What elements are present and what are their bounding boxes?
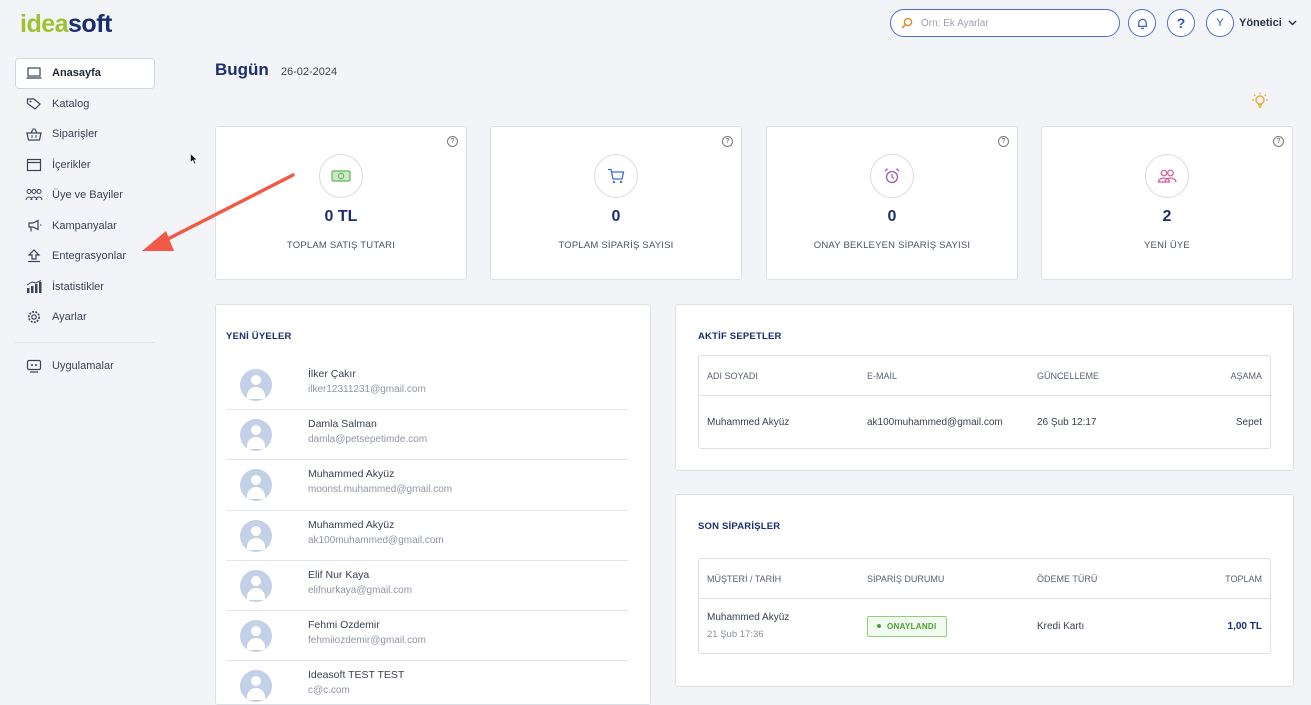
list-item[interactable]: Elif Nur Kaya elifnurkaya@gmail.com: [226, 561, 628, 611]
member-list: İlker Çakır ilker12311231@gmail.com Damla…: [226, 360, 628, 704]
order-payment: Kredi Kartı: [1037, 620, 1085, 632]
stat-card-total-orders: ? 0 TOPLAM SİPARİŞ SAYISI: [490, 126, 742, 280]
search-icon: [901, 17, 913, 29]
new-members-panel: YENİ ÜYELER İlker Çakır ilker12311231@gma…: [215, 304, 651, 705]
search-box[interactable]: [890, 9, 1120, 37]
search-input[interactable]: [921, 17, 1101, 29]
status-badge: ONAYLANDI: [867, 615, 947, 637]
avatar: [240, 369, 272, 401]
notifications-button[interactable]: [1128, 9, 1156, 37]
user-name: Yönetici: [1239, 17, 1282, 29]
avatar: [240, 619, 272, 652]
member-name: Fehmi Ozdemir: [308, 618, 380, 631]
member-name: Elif Nur Kaya: [308, 568, 370, 581]
member-email: damla@petsepetimde.com: [308, 434, 428, 446]
help-icon[interactable]: ?: [722, 136, 733, 147]
member-email: c@c.com: [308, 685, 350, 697]
laptop-icon: [25, 66, 43, 80]
mouse-cursor-icon: [190, 153, 198, 165]
avatar: [240, 519, 272, 552]
sidebar-item-istatistikler[interactable]: İstatistikler: [15, 272, 155, 303]
users-icon: [1145, 154, 1189, 198]
sidebar-item-uygulamalar[interactable]: Uygulamalar: [15, 351, 155, 382]
list-item[interactable]: Muhammed Akyüz ak100muhammed@gmail.com: [226, 511, 628, 561]
annotation-arrow-icon: [142, 173, 295, 251]
stat-card-pending-orders: ? 0 ONAY BEKLEYEN SİPARİŞ SAYISI: [766, 126, 1018, 280]
table-header: ADI SOYADI E-MAİL GÜNCELLEME AŞAMA: [699, 356, 1270, 396]
sidebar-divider: [15, 341, 155, 343]
tag-icon: [25, 97, 43, 111]
stat-card-new-members: ? 2 YENİ ÜYE: [1041, 126, 1293, 280]
sidebar-item-anasayfa[interactable]: Anasayfa: [15, 58, 155, 89]
page-header: Bugün 26-02-2024: [215, 60, 337, 80]
order-total: 1,00 TL: [1227, 620, 1262, 632]
users-icon: [25, 188, 43, 202]
ideasoft-logo[interactable]: ideasoft: [20, 10, 112, 39]
avatar: [240, 419, 272, 452]
member-email: fehmiiozdemir@gmail.com: [308, 634, 426, 646]
help-icon[interactable]: ?: [1273, 136, 1284, 147]
list-item[interactable]: Fehmi Ozdemir fehmiiozdemir@gmail.com: [226, 611, 628, 662]
panel-title: SON SİPARİŞLER: [698, 521, 781, 532]
active-carts-panel: AKTİF SEPETLER ADI SOYADI E-MAİL GÜNCELL…: [675, 304, 1294, 471]
apps-icon: [25, 359, 43, 373]
sidebar-item-siparisler[interactable]: Siparişler: [15, 119, 155, 150]
member-name: Damla Salman: [308, 418, 377, 431]
table-header: MÜŞTERİ / TARİH SİPARİŞ DURUMU ÖDEME TÜR…: [699, 559, 1270, 599]
stat-label: TOPLAM SİPARİŞ SAYISI: [558, 240, 674, 251]
list-item[interactable]: Ideasoft TEST TEST c@c.com: [226, 661, 628, 704]
upload-icon: [25, 249, 43, 263]
stat-value: 0: [611, 208, 621, 225]
member-name: Muhammed Akyüz: [308, 518, 395, 531]
lightbulb-icon[interactable]: [1250, 92, 1270, 115]
help-icon[interactable]: ?: [998, 136, 1009, 147]
member-email: elifnurkaya@gmail.com: [308, 584, 413, 596]
page-date: 26-02-2024: [280, 66, 338, 78]
money-icon: [319, 154, 363, 198]
avatar: [240, 569, 272, 602]
stat-label: YENİ ÜYE: [1144, 240, 1190, 251]
user-menu[interactable]: Yönetici: [1239, 17, 1297, 29]
list-item[interactable]: Muhammed Akyüz moonst.muhammed@gmail.com: [226, 460, 628, 511]
chart-icon: [25, 279, 43, 294]
basket-icon: [25, 127, 43, 141]
panel-title: AKTİF SEPETLER: [698, 331, 782, 342]
list-item[interactable]: Damla Salman damla@petsepetimde.com: [226, 410, 628, 461]
stat-value: 2: [1162, 208, 1172, 225]
member-name: Ideasoft TEST TEST: [308, 669, 405, 682]
sidebar-item-katalog[interactable]: Katalog: [15, 89, 155, 120]
stat-value: 0: [887, 208, 897, 225]
panel-title: YENİ ÜYELER: [226, 331, 292, 342]
recent-orders-panel: SON SİPARİŞLER MÜŞTERİ / TARİH SİPARİŞ D…: [675, 494, 1294, 687]
avatar: [240, 670, 272, 703]
table-row[interactable]: Muhammed Akyüz ak100muhammed@gmail.com 2…: [699, 396, 1270, 448]
list-item[interactable]: İlker Çakır ilker12311231@gmail.com: [226, 360, 628, 411]
order-customer: Muhammed Akyüz: [707, 612, 790, 623]
page-title: Bugün: [215, 60, 269, 79]
stat-label: ONAY BEKLEYEN SİPARİŞ SAYISI: [813, 240, 971, 251]
member-name: Muhammed Akyüz: [308, 468, 395, 481]
help-icon[interactable]: ?: [447, 136, 458, 147]
recent-orders-table: MÜŞTERİ / TARİH SİPARİŞ DURUMU ÖDEME TÜR…: [698, 558, 1271, 654]
alarm-icon: [870, 154, 914, 198]
member-name: İlker Çakır: [308, 368, 356, 380]
table-row[interactable]: Muhammed Akyüz 21 Şub 17:36 ONAYLANDI Kre…: [699, 599, 1270, 653]
avatar: [240, 469, 272, 502]
gear-icon: [25, 310, 43, 324]
member-email: moonst.muhammed@gmail.com: [308, 484, 453, 496]
cart-icon: [594, 154, 638, 198]
bell-icon: [1137, 18, 1147, 29]
user-avatar[interactable]: Y: [1206, 9, 1234, 37]
window-icon: [25, 158, 43, 172]
member-email: ilker12311231@gmail.com: [308, 384, 426, 395]
sidebar-item-ayarlar[interactable]: Ayarlar: [15, 302, 155, 333]
active-carts-table: ADI SOYADI E-MAİL GÜNCELLEME AŞAMA Muham…: [698, 355, 1271, 449]
help-icon: ?: [1176, 15, 1186, 31]
chevron-down-icon: [1288, 20, 1297, 26]
order-date: 21 Şub 17:36: [707, 629, 764, 640]
member-email: ak100muhammed@gmail.com: [308, 534, 444, 546]
help-button[interactable]: ?: [1167, 9, 1195, 37]
megaphone-icon: [25, 219, 43, 233]
